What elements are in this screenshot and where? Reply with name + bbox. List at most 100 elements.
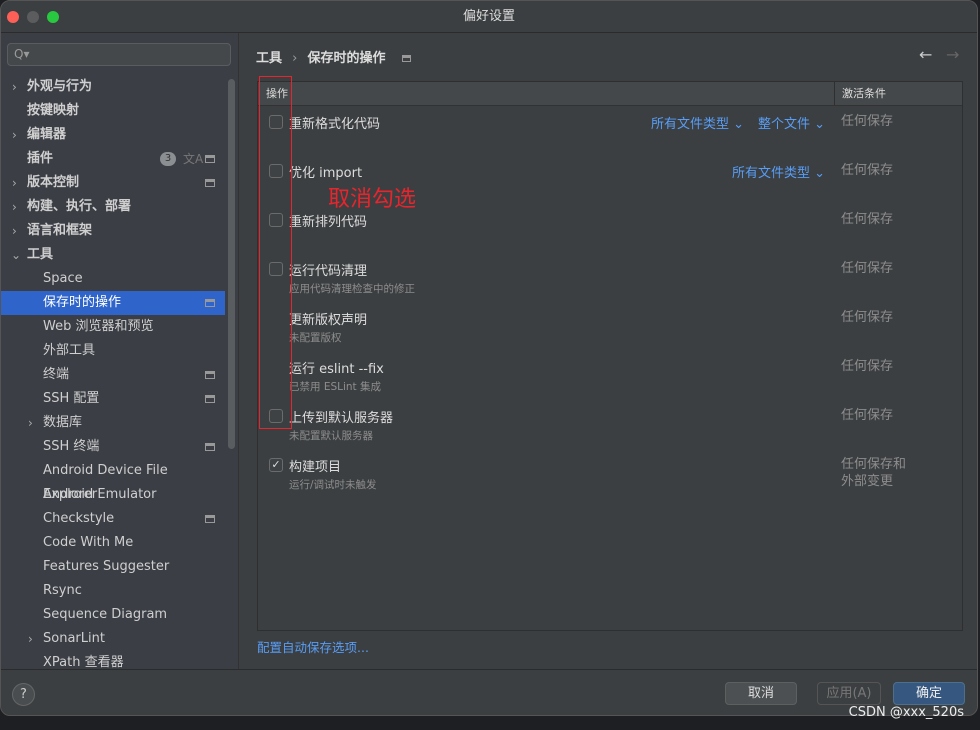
sidebar-item[interactable]: › 数据库	[1, 411, 225, 435]
chevron-right-icon[interactable]: ›	[12, 219, 22, 243]
action-name: 更新版权声明	[289, 313, 368, 328]
help-button[interactable]: ?	[12, 683, 35, 706]
maximize-window-button[interactable]	[47, 11, 59, 23]
chevron-right-icon[interactable]: ›	[12, 195, 22, 219]
activation-condition: 任何保存	[841, 163, 894, 178]
sidebar-item[interactable]: Checkstyle	[1, 507, 225, 531]
sidebar-item-label: 数据库	[43, 415, 83, 430]
header-condition: 激活条件	[842, 87, 886, 100]
project-scope-icon	[205, 179, 215, 187]
sidebar-item[interactable]: Web 浏览器和预览	[1, 315, 225, 339]
minimize-window-button[interactable]	[27, 11, 39, 23]
sidebar-item[interactable]: › 编辑器	[1, 123, 225, 147]
search-input[interactable]: Q▾	[7, 43, 231, 66]
sidebar-item-label: Checkstyle	[43, 511, 115, 526]
annotation-text: 取消勾选	[328, 187, 417, 212]
apply-button[interactable]: 应用(A)	[817, 682, 881, 705]
sidebar-item-label: 外观与行为	[27, 79, 93, 94]
scope-dropdown[interactable]: 所有文件类型 ⌄	[651, 113, 744, 132]
back-arrow-icon[interactable]: ←	[919, 45, 932, 64]
sidebar-item[interactable]: › 构建、执行、部署	[1, 195, 225, 219]
close-window-button[interactable]	[7, 11, 19, 23]
breadcrumb-separator: ›	[292, 51, 298, 66]
action-name: 优化 import	[289, 166, 363, 181]
scope-dropdown[interactable]: 整个文件 ⌄	[758, 113, 825, 132]
sidebar-item-label: Sequence Diagram	[43, 607, 168, 622]
sidebar-item[interactable]: SSH 终端	[1, 435, 225, 459]
project-scope-icon	[205, 371, 215, 379]
table-row: 运行 eslint --fix 已禁用 ESLint 集成 任何保存	[258, 352, 962, 401]
action-name: 运行代码清理	[289, 264, 368, 279]
sidebar-item[interactable]: Sequence Diagram	[1, 603, 225, 627]
chevron-down-icon[interactable]: ⌄	[11, 243, 21, 267]
sidebar-item[interactable]: › 版本控制	[1, 171, 225, 195]
sidebar-item[interactable]: › 外观与行为	[1, 75, 225, 99]
table-row: ✓ 构建项目 运行/调试时未触发 任何保存和 外部变更	[258, 450, 962, 499]
sidebar-item[interactable]: SSH 配置	[1, 387, 225, 411]
table-row: 更新版权声明 未配置版权 任何保存	[258, 303, 962, 352]
project-scope-icon	[205, 155, 215, 163]
sidebar-item-label: 编辑器	[27, 127, 67, 142]
main-panel: 工具 › 保存时的操作 ← → 操作 激活条件 重新格式化代码 所有文件类型 ⌄ 整…	[240, 33, 977, 669]
sidebar-item-label: Android Emulator	[43, 487, 157, 502]
ok-button[interactable]: 确定	[893, 682, 965, 705]
action-description: 运行/调试时未触发	[289, 479, 377, 491]
forward-arrow-icon[interactable]: →	[946, 45, 959, 64]
activation-condition: 任何保存和 外部变更	[841, 457, 907, 489]
sidebar-item[interactable]: ⌄ 工具	[1, 243, 225, 267]
activation-condition: 任何保存	[841, 359, 894, 374]
action-description: 已禁用 ESLint 集成	[289, 381, 382, 393]
update-count-badge: 3	[160, 152, 176, 166]
chevron-right-icon[interactable]: ›	[12, 171, 22, 195]
activation-condition: 任何保存	[841, 212, 894, 227]
table-row: 重新格式化代码 所有文件类型 ⌄ 整个文件 ⌄ 任何保存	[258, 107, 962, 156]
sidebar-item[interactable]: 外部工具	[1, 339, 225, 363]
sidebar-scrollbar[interactable]	[228, 79, 235, 449]
sidebar-item-label: SonarLint	[43, 631, 105, 646]
action-checkbox[interactable]: ✓	[269, 458, 283, 472]
annotation-box	[259, 76, 292, 429]
settings-sidebar: Q▾ › 外观与行为 按键映射 › 编辑器 插件 3 文A › 版本控制 › 构建、执行、部署 › 语言和…	[1, 33, 239, 670]
scope-dropdown[interactable]: 所有文件类型 ⌄	[732, 162, 825, 181]
save-actions-table: 操作 激活条件 重新格式化代码 所有文件类型 ⌄ 整个文件 ⌄ 任何保存 优化 impo…	[257, 81, 963, 631]
table-header: 操作 激活条件	[258, 82, 962, 106]
sidebar-item[interactable]: Features Suggester	[1, 555, 225, 579]
sidebar-item-label: 保存时的操作	[43, 295, 122, 310]
sidebar-item[interactable]: 终端	[1, 363, 225, 387]
breadcrumb-current: 保存时的操作	[307, 51, 386, 66]
chevron-right-icon[interactable]: ›	[28, 627, 38, 651]
project-scope-icon	[205, 299, 215, 307]
sidebar-item-label: Rsync	[43, 583, 82, 598]
action-name: 运行 eslint --fix	[289, 362, 384, 377]
sidebar-item-label: 按键映射	[27, 103, 80, 118]
sidebar-item-label: 外部工具	[43, 343, 96, 358]
sidebar-item[interactable]: 保存时的操作	[1, 291, 225, 315]
translate-icon: 文A	[183, 152, 204, 166]
sidebar-item-label: SSH 配置	[43, 391, 100, 406]
sidebar-item-label: 语言和框架	[27, 223, 93, 238]
activation-condition: 任何保存	[841, 310, 894, 325]
breadcrumb-parent[interactable]: 工具	[256, 51, 282, 66]
sidebar-item[interactable]: 插件 3 文A	[1, 147, 225, 171]
sidebar-item[interactable]: › SonarLint	[1, 627, 225, 651]
sidebar-item[interactable]: Code With Me	[1, 531, 225, 555]
chevron-right-icon[interactable]: ›	[12, 123, 22, 147]
sidebar-item[interactable]: Rsync	[1, 579, 225, 603]
action-description: 未配置默认服务器	[289, 430, 373, 442]
sidebar-item[interactable]: 按键映射	[1, 99, 225, 123]
sidebar-item-label: 工具	[27, 247, 54, 262]
action-name: 重新格式化代码	[289, 117, 381, 132]
sidebar-item[interactable]: › 语言和框架	[1, 219, 225, 243]
sidebar-item[interactable]: Android Emulator	[1, 483, 225, 507]
chevron-right-icon[interactable]: ›	[28, 411, 38, 435]
sidebar-item[interactable]: Space	[1, 267, 225, 291]
sidebar-item[interactable]: Android Device File Explorer	[1, 459, 225, 502]
cancel-button[interactable]: 取消	[725, 682, 797, 705]
activation-condition: 任何保存	[841, 114, 894, 129]
sidebar-item-label: Features Suggester	[43, 559, 170, 574]
sidebar-item-label: Web 浏览器和预览	[43, 319, 154, 334]
configure-autosave-link[interactable]: 配置自动保存选项...	[257, 637, 369, 656]
table-row: 运行代码清理 应用代码清理检查中的修正 任何保存	[258, 254, 962, 303]
sidebar-item-label: 终端	[43, 367, 70, 382]
chevron-right-icon[interactable]: ›	[12, 75, 22, 99]
